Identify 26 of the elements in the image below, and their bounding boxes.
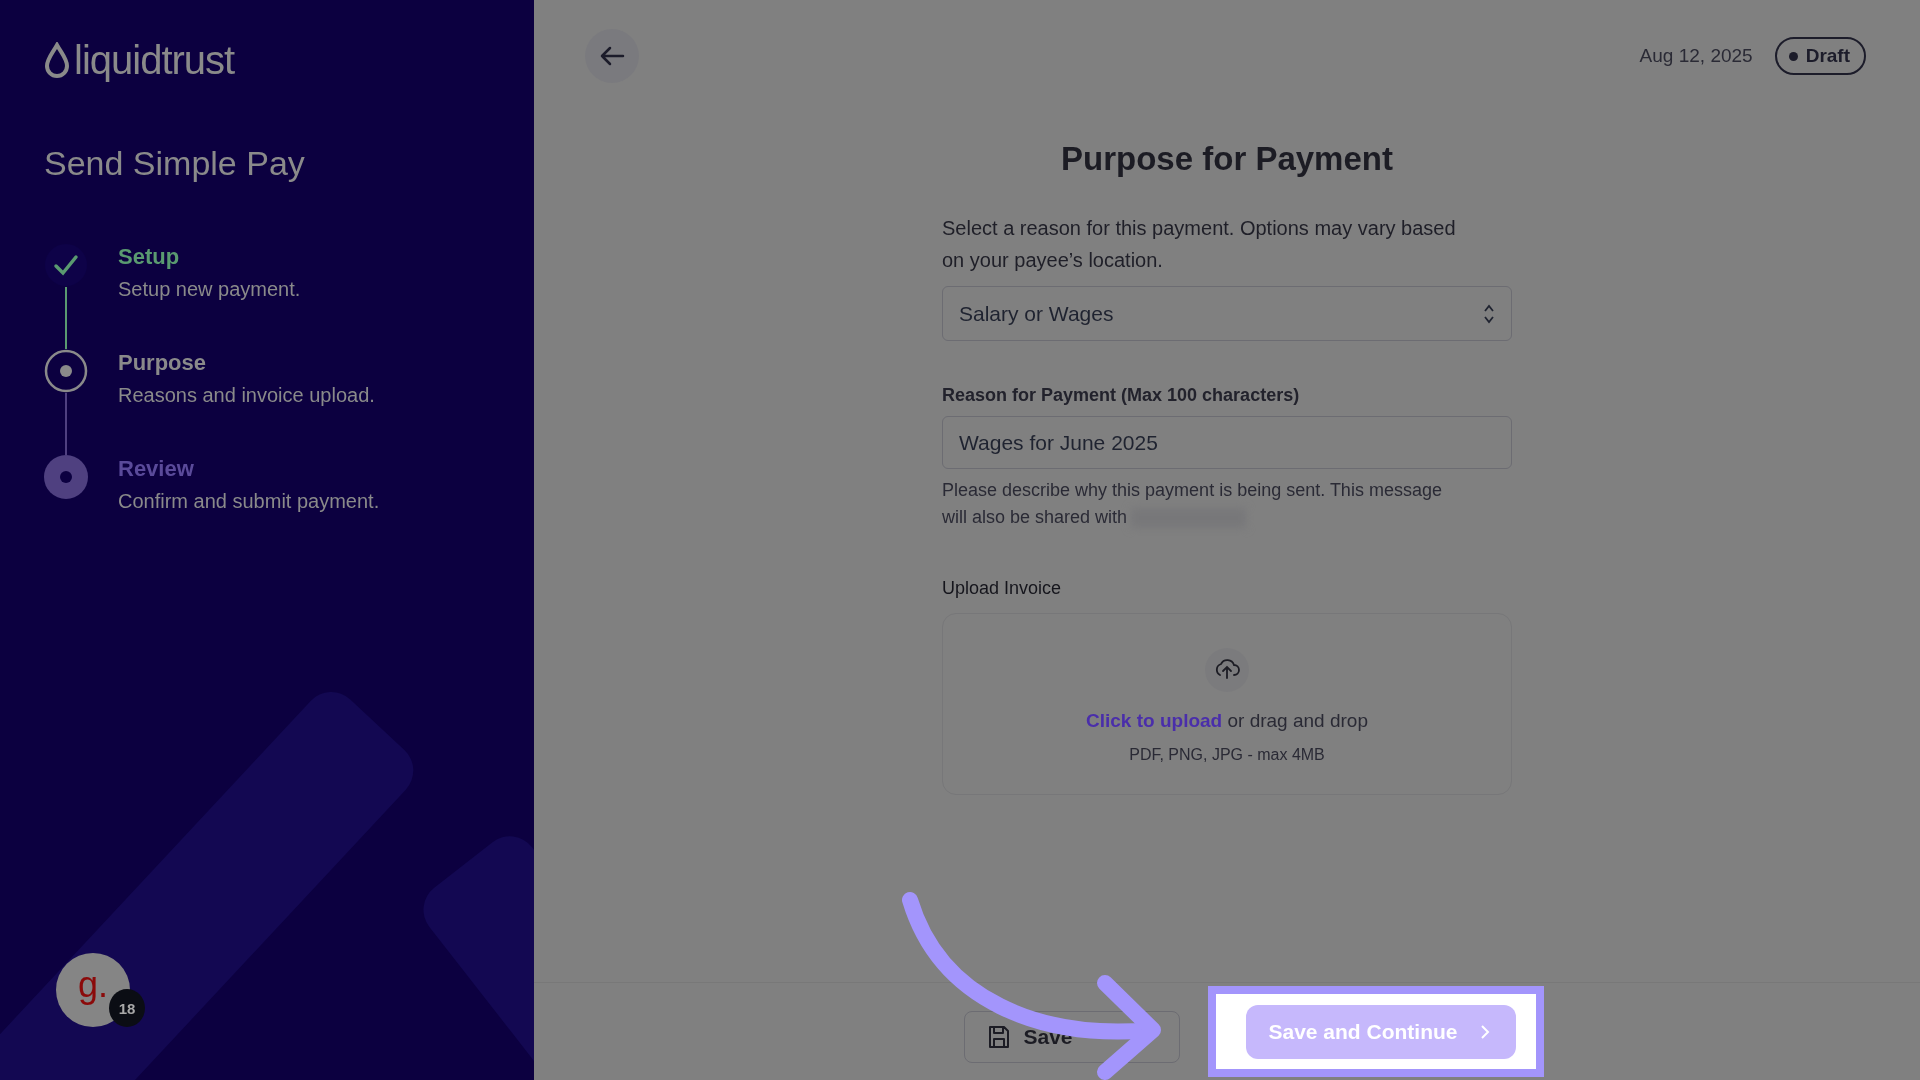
step-title: Review — [118, 456, 195, 482]
upload-dropzone[interactable]: Click to upload or drag and drop PDF, PNG, JPG - max 4MB — [942, 613, 1512, 795]
step-title: Purpose — [118, 350, 208, 376]
upload-link[interactable]: Click to upload — [1086, 710, 1223, 731]
page-title: Purpose for Payment — [1060, 140, 1394, 178]
logo-text: liquidtrust — [74, 40, 235, 80]
file-hint: PDF, PNG, JPG - max 4MB — [1129, 746, 1325, 764]
drop-text: or drag and drop — [1227, 710, 1368, 731]
step-subtitle: Confirm and submit payment. — [118, 490, 380, 513]
reason-input[interactable]: Wages for June 2025 — [942, 416, 1512, 469]
sidebar-title: Send Simple Pay — [44, 144, 306, 183]
field-label: Reason for Payment (Max 100 characters) — [942, 385, 1301, 406]
step-subtitle: Setup new payment. — [118, 278, 301, 301]
save-icon — [987, 1024, 1012, 1050]
chevron-icon — [1483, 302, 1495, 325]
step-title: Setup — [118, 244, 181, 270]
drop-icon — [44, 42, 70, 78]
reason-select[interactable]: Salary or Wages — [942, 286, 1512, 341]
intro-text: Select a reason for this payment. Options may vary based on your payee’s location. — [942, 216, 1457, 273]
help-text: Please describe why this payment is being sent. This message will also be shared with — [942, 479, 1443, 531]
status-badge: Draft — [1774, 37, 1866, 75]
back-arrow-icon — [599, 45, 625, 67]
date-text: Aug 12, 2025 — [1639, 45, 1753, 67]
step-subtitle: Reasons and invoice upload. — [118, 384, 375, 407]
chevron-right-icon — [1479, 1024, 1490, 1040]
upload-label: Upload Invoice — [942, 578, 1063, 599]
